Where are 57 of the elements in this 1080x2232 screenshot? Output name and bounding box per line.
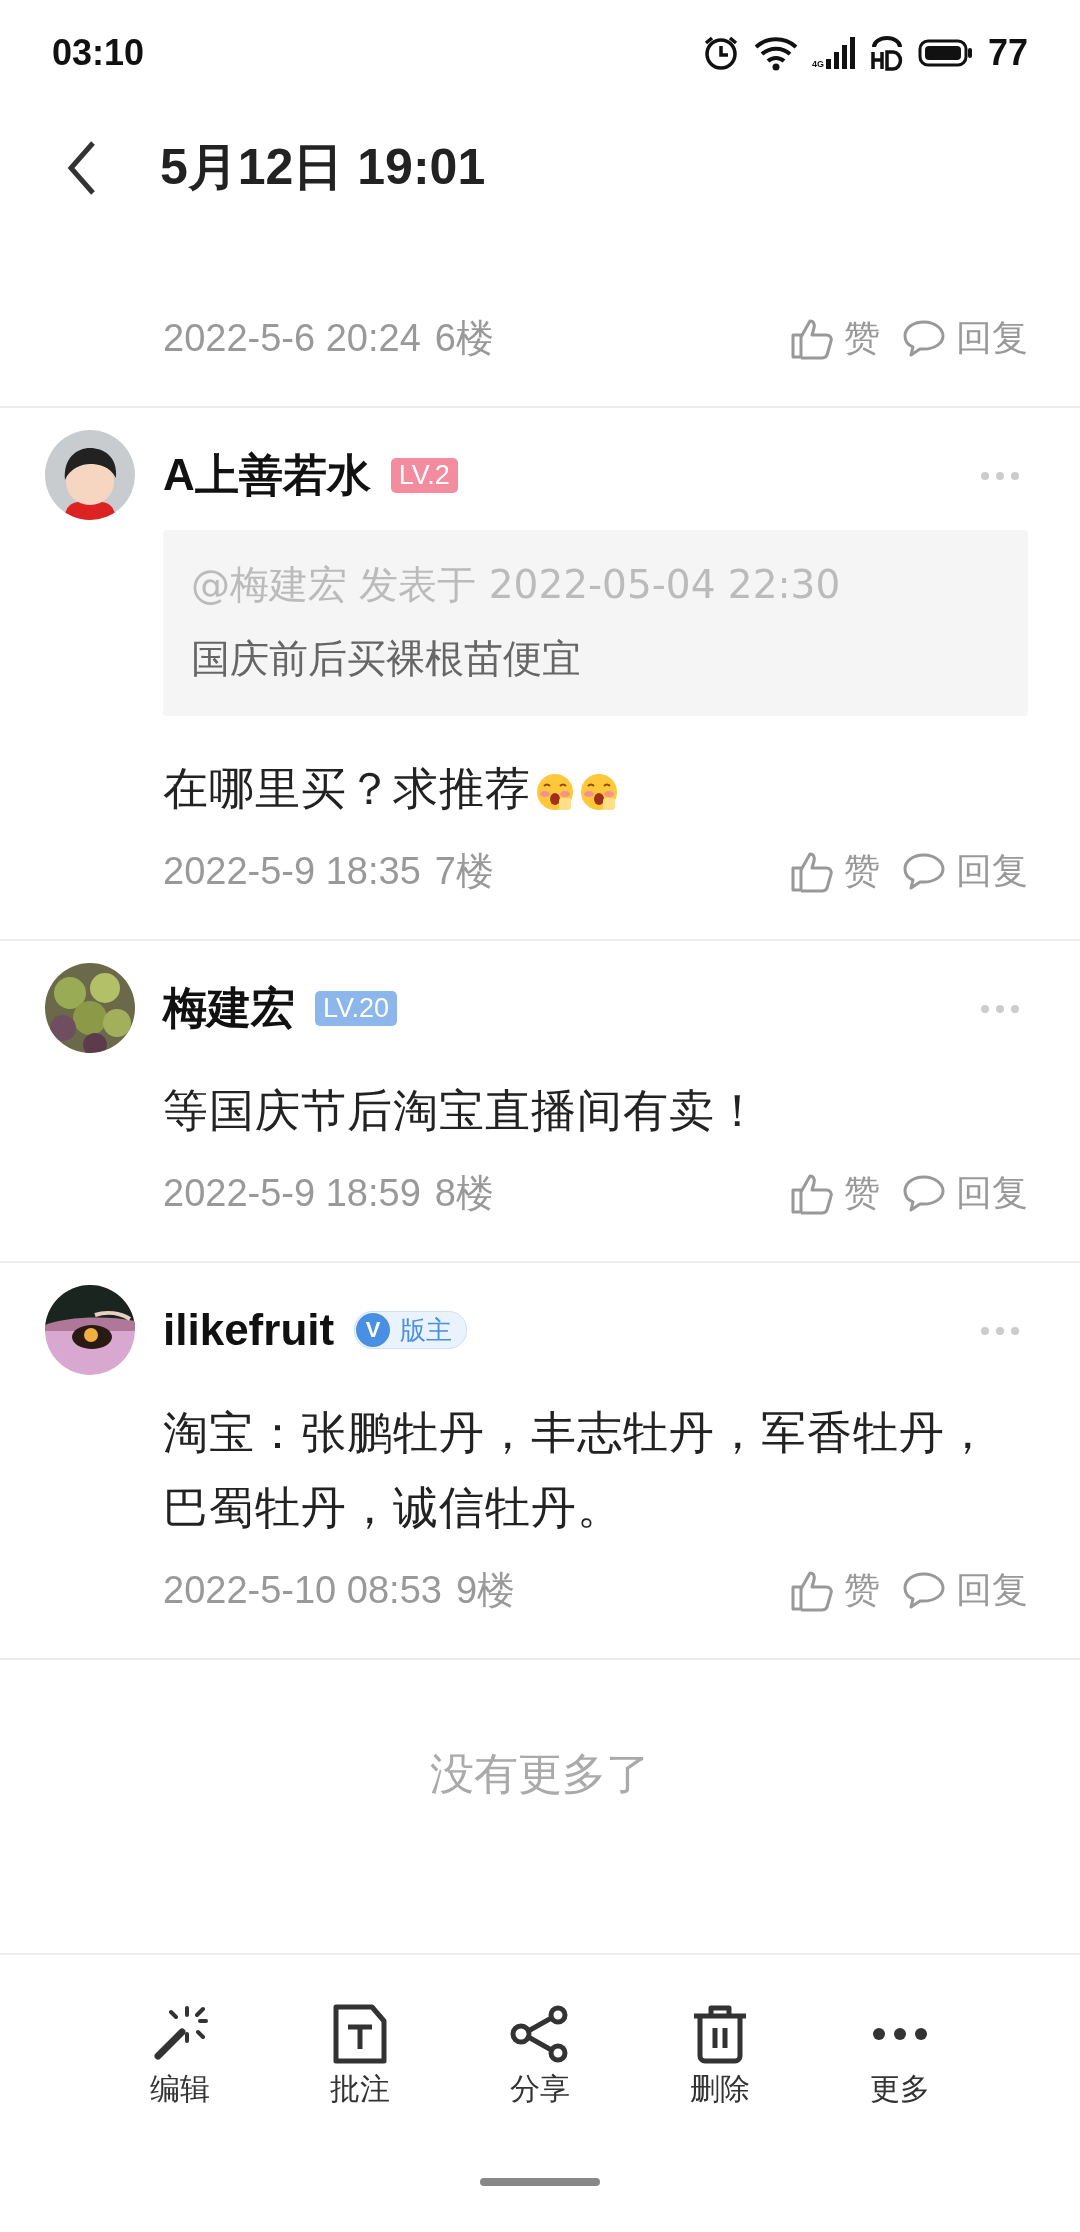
- like-button[interactable]: 赞: [790, 1168, 880, 1218]
- more-icon[interactable]: [980, 1325, 1020, 1336]
- back-icon: [67, 139, 97, 196]
- trash-icon: [691, 2004, 749, 2064]
- network-type: 4G: [811, 58, 824, 69]
- post-time: 2022-5-6 20:24: [163, 316, 421, 360]
- like-button[interactable]: 赞: [790, 846, 880, 896]
- more-icon[interactable]: [980, 470, 1020, 481]
- comment-icon: [902, 1173, 946, 1213]
- home-indicator[interactable]: [480, 2178, 600, 2186]
- floor-number: 8楼: [434, 1170, 494, 1216]
- level-badge: LV.20: [315, 990, 398, 1026]
- verified-icon: V: [356, 1313, 391, 1347]
- level-badge: LV.2: [390, 457, 458, 493]
- toolbar-button[interactable]: 分享: [470, 2003, 610, 2110]
- emoji-icon: [535, 772, 575, 812]
- post-time: 2022-5-10 08:53: [163, 1568, 442, 1612]
- battery-level: 77: [987, 31, 1028, 74]
- floor-number: 6楼: [434, 315, 494, 361]
- reply-button[interactable]: 回复: [902, 846, 1028, 896]
- user-name: ilikefruit: [163, 1305, 335, 1355]
- like-button[interactable]: 赞: [790, 1565, 880, 1615]
- toolbar-button[interactable]: 编辑: [110, 2003, 250, 2110]
- post-time: 2022-5-9 18:59: [163, 1171, 421, 1215]
- toolbar-button[interactable]: 批注: [290, 2003, 430, 2110]
- user-name: A上善若水: [163, 448, 371, 501]
- like-button[interactable]: 赞: [790, 313, 880, 363]
- emoji-icon: [579, 772, 619, 812]
- floor-number: 9楼: [455, 1567, 516, 1613]
- reply-button[interactable]: 回复: [902, 1565, 1028, 1615]
- status-time: 03:10: [52, 31, 145, 74]
- user-name: 梅建宏: [163, 981, 295, 1034]
- comment-icon: [902, 318, 946, 358]
- comment-text: 等国庆节后淘宝直播间有卖！: [163, 1084, 761, 1137]
- comment-text: 淘宝：张鹏牡丹，丰志牡丹，军香牡丹，巴蜀牡丹，诚信牡丹。: [163, 1406, 991, 1534]
- comment-icon: [902, 1570, 946, 1610]
- share-icon: [510, 2004, 570, 2064]
- quote-text: 国庆前后买裸根苗便宜: [191, 635, 582, 683]
- moderator-label: 版主: [400, 1313, 453, 1347]
- floor-number: 7楼: [434, 848, 494, 894]
- page-title: 5月12日 19:01: [160, 138, 486, 197]
- reply-button[interactable]: 回复: [902, 1168, 1028, 1218]
- post-time: 2022-5-9 18:35: [163, 849, 421, 893]
- toolbar-button[interactable]: 删除: [650, 2003, 790, 2110]
- comment-text: 在哪里买？求推荐: [163, 762, 531, 815]
- end-of-list-text: 没有更多了: [430, 1747, 650, 1801]
- text-note-icon: [333, 2004, 387, 2064]
- signal-icon: [825, 36, 856, 69]
- more-icon: [870, 2027, 930, 2041]
- toolbar-button[interactable]: 更多: [830, 2003, 970, 2110]
- wifi-icon: [753, 34, 798, 71]
- battery-icon: [917, 37, 974, 68]
- more-icon[interactable]: [980, 1003, 1020, 1014]
- comment-icon: [902, 851, 946, 891]
- quote-meta: @梅建宏 发表于 2022-05-04 22:30: [191, 561, 842, 609]
- reply-button[interactable]: 回复: [902, 313, 1028, 363]
- hd-call-icon: [869, 34, 904, 71]
